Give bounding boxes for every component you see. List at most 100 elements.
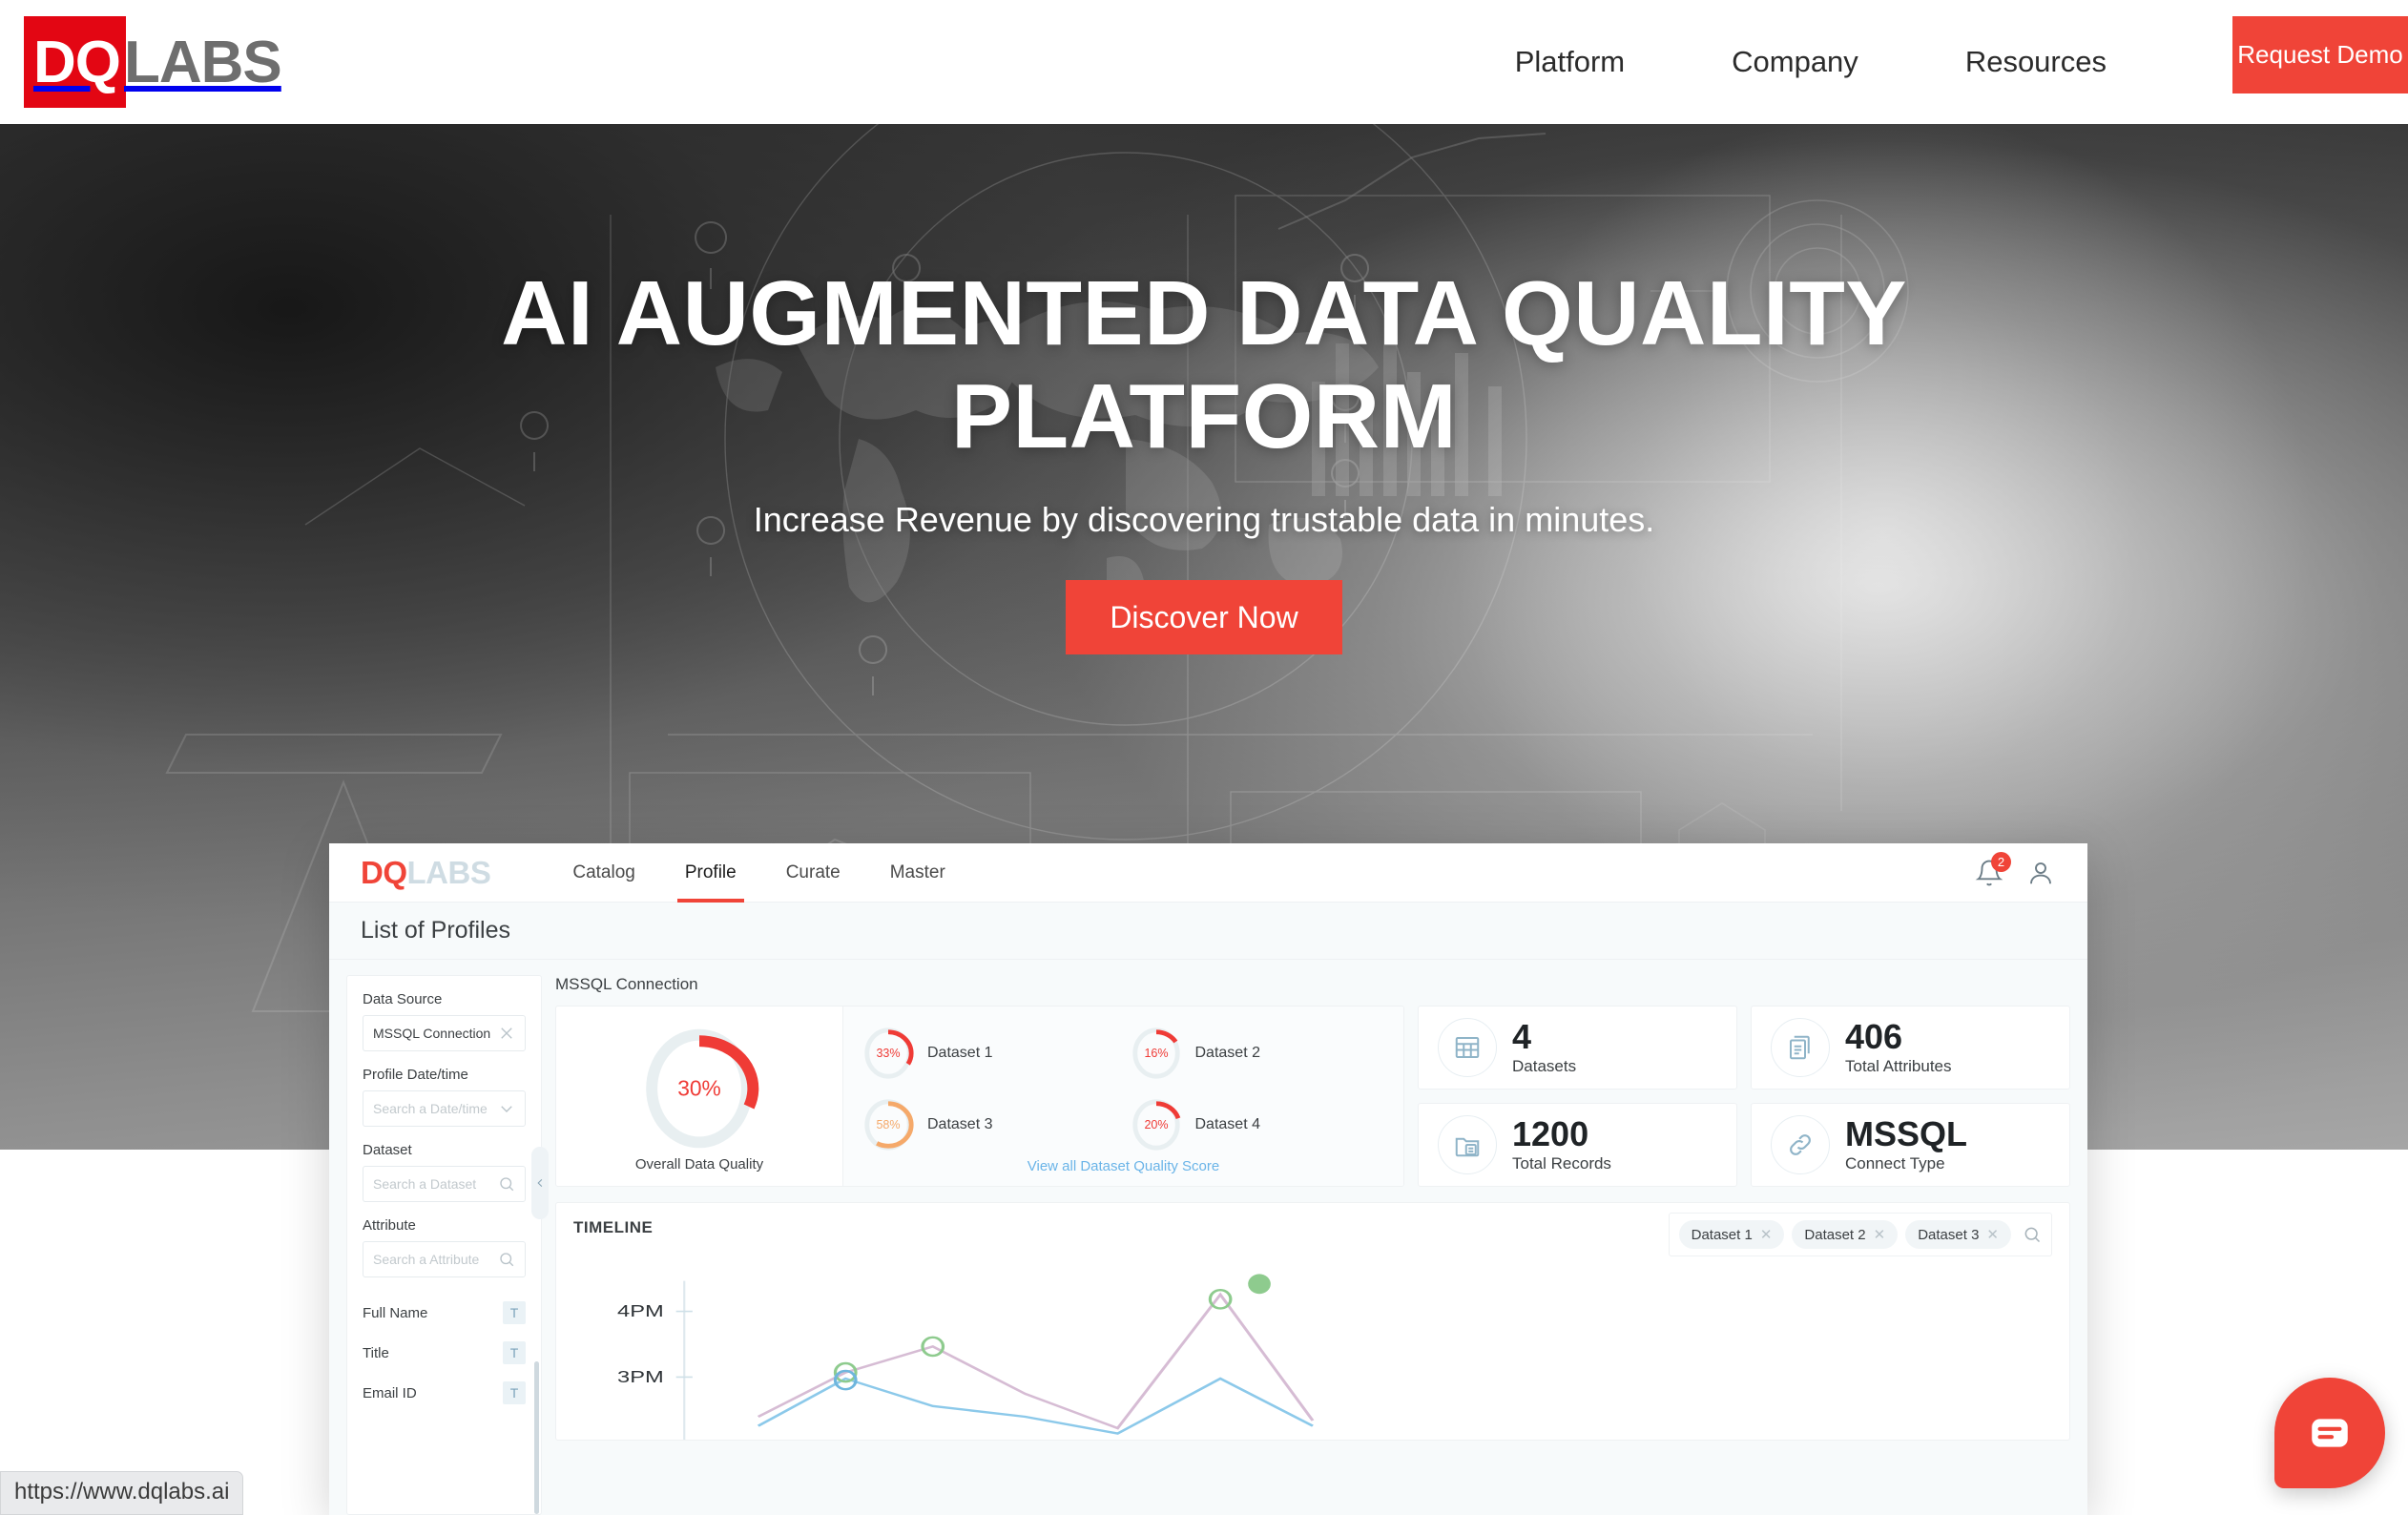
site-logo[interactable]: DQ LABS (24, 16, 282, 108)
search-icon[interactable] (498, 1251, 515, 1268)
app-body: Data Source MSSQL Connection Profile Dat… (329, 960, 2087, 1515)
hero-subtitle: Increase Revenue by discovering trustabl… (753, 500, 1655, 540)
dataset-search-placeholder: Search a Dataset (373, 1176, 477, 1192)
chip-dataset-1[interactable]: Dataset 1 ✕ (1678, 1220, 1785, 1249)
sidebar-collapse-handle[interactable] (531, 1147, 549, 1219)
timeline-card: TIMELINE Dataset 1 ✕ Dataset 2 ✕ Dataset… (555, 1202, 2070, 1441)
kpi-card-total-records: 1200 Total Records (1418, 1103, 1737, 1187)
nav-item-company[interactable]: Company (1678, 45, 1912, 79)
attribute-list-item[interactable]: Title T (363, 1333, 526, 1373)
tab-master[interactable]: Master (865, 843, 970, 903)
sidebar-scrollbar[interactable] (534, 1361, 539, 1514)
attribute-name: Email ID (363, 1384, 417, 1401)
dataset-2-name: Dataset 2 (1194, 1044, 1260, 1061)
nav-item-resources[interactable]: Resources (1912, 45, 2160, 79)
series-marker-highlight (1248, 1274, 1271, 1295)
kpi-caption-total-attributes: Total Attributes (1845, 1056, 1952, 1075)
kpi-value-datasets: 4 (1512, 1017, 1532, 1057)
close-icon[interactable] (498, 1025, 515, 1042)
dataset-4-donut: 20% (1130, 1099, 1182, 1151)
summary-cards-row: 30% Overall Data Quality 33% Dataset 1 1… (555, 1006, 2070, 1187)
filter-dataset: Dataset Search a Dataset (363, 1142, 526, 1202)
chat-widget-button[interactable] (2274, 1378, 2385, 1488)
chip-remove-icon[interactable]: ✕ (1874, 1226, 1886, 1243)
profile-datetime-select[interactable]: Search a Date/time (363, 1090, 526, 1127)
overall-gauge-value: 30% (677, 1075, 721, 1100)
site-logo-mark: DQ (24, 16, 126, 108)
data-source-select[interactable]: MSSQL Connection (363, 1015, 526, 1051)
kpi-row-bottom: 1200 Total Records MSSQL Connect Type (1418, 1103, 2070, 1187)
chip-dataset-2[interactable]: Dataset 2 ✕ (1792, 1220, 1899, 1249)
dataset-gauge-item[interactable]: 58% Dataset 3 (859, 1092, 1121, 1159)
dataset-gauge-item[interactable]: 33% Dataset 1 (859, 1020, 1121, 1087)
y-tick-label-3pm: 3PM (617, 1368, 664, 1386)
profile-main-area: MSSQL Connection 30% Overall Data Qualit… (555, 975, 2070, 1515)
kpi-card-datasets: 4 Datasets (1418, 1006, 1737, 1090)
kpi-caption-connect-type: Connect Type (1845, 1153, 1945, 1173)
nav-item-platform[interactable]: Platform (1462, 45, 1678, 79)
notifications-button[interactable]: 2 (1975, 852, 2011, 887)
attribute-type-badge: T (503, 1341, 526, 1364)
overall-gauge-donut: 30% (639, 1028, 759, 1148)
tab-curate[interactable]: Curate (761, 843, 865, 903)
series-line-dataset-3 (757, 1292, 1315, 1430)
attribute-search-placeholder: Search a Attribute (373, 1252, 480, 1267)
attribute-list-item[interactable]: Full Name T (363, 1293, 526, 1333)
chip-remove-icon[interactable]: ✕ (1986, 1226, 1999, 1243)
kpi-value-total-attributes: 406 (1845, 1017, 1903, 1057)
chip-label: Dataset 2 (1804, 1226, 1866, 1243)
chip-remove-icon[interactable]: ✕ (1760, 1226, 1773, 1243)
chevron-down-icon[interactable] (498, 1100, 515, 1117)
app-logo[interactable]: DQLABS (361, 855, 491, 890)
records-folder-icon (1438, 1115, 1497, 1174)
data-quality-card: 30% Overall Data Quality 33% Dataset 1 1… (555, 1006, 1404, 1187)
dataset-1-donut: 33% (862, 1027, 914, 1079)
app-logo-text: LABS (406, 855, 491, 890)
dataset-4-value: 20% (1144, 1118, 1168, 1131)
site-header: DQ LABS Platform Company Resources Reque… (0, 0, 2408, 124)
product-screenshot-panel: DQLABS Catalog Profile Curate Master 2 L… (329, 843, 2087, 1515)
chip-dataset-3[interactable]: Dataset 3 ✕ (1905, 1220, 2011, 1249)
app-top-icons: 2 (1975, 843, 2055, 903)
attribute-type-badge: T (503, 1301, 526, 1324)
tab-profile[interactable]: Profile (660, 843, 761, 903)
dataset-2-value: 16% (1144, 1047, 1168, 1060)
dataset-gauge-item[interactable]: 20% Dataset 4 (1127, 1092, 1389, 1159)
kpi-caption-total-records: Total Records (1512, 1153, 1611, 1173)
filter-label-data-source: Data Source (363, 991, 443, 1007)
filter-data-source: Data Source MSSQL Connection (363, 991, 526, 1051)
dataset-1-value: 33% (876, 1047, 900, 1060)
view-all-dataset-quality-link[interactable]: View all Dataset Quality Score (859, 1158, 1388, 1180)
kpi-value-connect-type: MSSQL (1845, 1114, 1968, 1154)
dataset-search-input[interactable]: Search a Dataset (363, 1166, 526, 1202)
connection-title: MSSQL Connection (555, 975, 698, 993)
profile-datetime-placeholder: Search a Date/time (373, 1101, 488, 1116)
app-logo-mark: DQ (361, 855, 407, 890)
table-grid-icon (1438, 1018, 1497, 1077)
chip-label: Dataset 3 (1918, 1226, 1980, 1243)
main-nav: Platform Company Resources (1462, 0, 2160, 124)
tab-catalog[interactable]: Catalog (548, 843, 660, 903)
overall-quality-gauge: 30% Overall Data Quality (556, 1007, 842, 1186)
documents-icon (1771, 1018, 1830, 1077)
user-avatar-icon[interactable] (2026, 859, 2055, 887)
timeline-dataset-filter: Dataset 1 ✕ Dataset 2 ✕ Dataset 3 ✕ (1668, 1213, 2052, 1256)
dataset-1-name: Dataset 1 (927, 1044, 993, 1061)
series-line-dataset-2 (757, 1377, 1314, 1435)
filter-label-attribute: Attribute (363, 1217, 416, 1234)
search-icon[interactable] (498, 1175, 515, 1193)
hero-title-line1: AI AUGMENTED DATA QUALITY (501, 262, 1907, 364)
overall-gauge-caption: Overall Data Quality (634, 1155, 764, 1173)
dataset-4-name: Dataset 4 (1194, 1116, 1260, 1133)
filter-label-profile-datetime: Profile Date/time (363, 1067, 468, 1083)
kpi-cards: 4 Datasets 406 Total Attributes 1200 Tot… (1418, 1006, 2070, 1187)
dataset-gauge-item[interactable]: 16% Dataset 2 (1127, 1020, 1389, 1087)
hero-title-line2: PLATFORM (950, 364, 1458, 467)
attribute-list-item[interactable]: Email ID T (363, 1373, 526, 1413)
dataset-2-donut: 16% (1130, 1027, 1182, 1079)
discover-now-button[interactable]: Discover Now (1066, 580, 1342, 655)
attribute-search-input[interactable]: Search a Attribute (363, 1241, 526, 1277)
search-icon[interactable] (2023, 1225, 2042, 1244)
request-demo-button[interactable]: Request Demo (2232, 16, 2408, 93)
dataset-3-donut: 58% (862, 1099, 914, 1151)
